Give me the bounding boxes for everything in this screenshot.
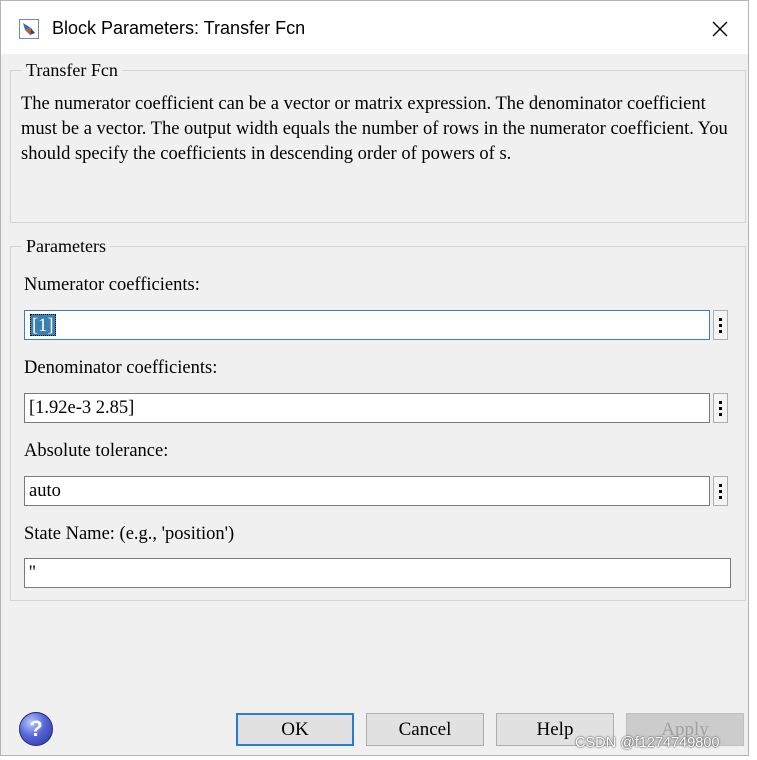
denominator-field[interactable] [24, 393, 710, 423]
numerator-selected-text: [1] [30, 314, 56, 336]
numerator-field[interactable]: [1] [24, 310, 710, 340]
vertical-ellipsis-icon [719, 317, 722, 321]
vertical-ellipsis-icon [719, 483, 722, 487]
vertical-ellipsis-icon [719, 400, 722, 404]
absolute-tolerance-label: Absolute tolerance: [24, 441, 169, 461]
parameters-legend: Parameters [26, 236, 106, 256]
close-icon [712, 21, 728, 37]
absolute-tolerance-field[interactable] [24, 476, 710, 506]
window-title: Block Parameters: Transfer Fcn [52, 18, 306, 38]
state-name-label: State Name: (e.g., 'position') [24, 524, 235, 544]
watermark: CSDN @f1274749800 [575, 735, 720, 751]
ok-button[interactable]: OK [236, 713, 354, 746]
simulink-block-icon [19, 19, 39, 39]
denominator-label: Denominator coefficients: [24, 358, 218, 378]
help-icon[interactable]: ? [19, 712, 53, 746]
transfer-fcn-legend: Transfer Fcn [26, 60, 118, 80]
numerator-label: Numerator coefficients: [24, 275, 200, 295]
close-button[interactable] [702, 11, 738, 47]
absolute-tolerance-edit-button[interactable] [713, 476, 728, 506]
cancel-button[interactable]: Cancel [366, 713, 484, 746]
numerator-edit-button[interactable] [713, 310, 728, 340]
title-bar: Block Parameters: Transfer Fcn [1, 1, 748, 54]
block-parameters-dialog: Block Parameters: Transfer Fcn Transfer … [0, 0, 749, 756]
block-description: The numerator coefficient can be a vecto… [21, 94, 728, 164]
denominator-edit-button[interactable] [713, 393, 728, 423]
state-name-field[interactable] [24, 558, 731, 588]
